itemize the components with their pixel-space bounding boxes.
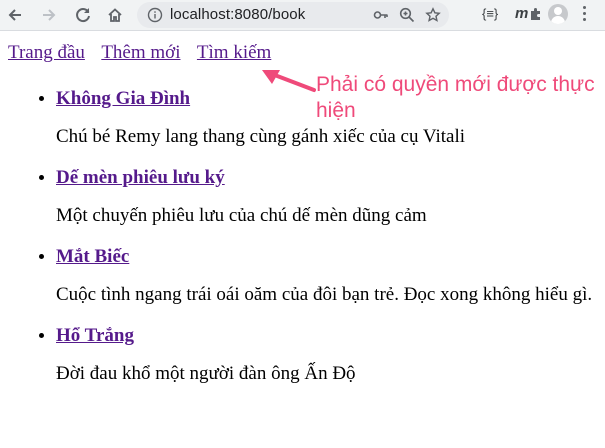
browser-toolbar: localhost:8080/book {≡} m: [0, 0, 605, 31]
key-icon[interactable]: [373, 7, 389, 23]
book-description: Một chuyến phiêu lưu của chú dế mèn dũng…: [56, 205, 427, 226]
search-link[interactable]: Tìm kiếm: [197, 42, 271, 63]
list-item: Mắt Biếc Cuộc tình ngang trái oái oăm củ…: [56, 238, 598, 307]
book-list: Không Gia Đình Chú bé Remy lang thang cù…: [8, 80, 598, 396]
list-item: Dế mèn phiêu lưu ký Một chuyến phiêu lưu…: [56, 159, 598, 228]
star-icon[interactable]: [425, 7, 441, 23]
book-title-link[interactable]: Mắt Biếc: [56, 246, 129, 268]
forward-icon[interactable]: [38, 4, 60, 26]
url-text: localhost:8080/book: [170, 6, 306, 23]
book-description: Đời đau khổ một người đàn ông Ấn Độ: [56, 363, 356, 384]
book-title-link[interactable]: Dế mèn phiêu lưu ký: [56, 167, 225, 189]
book-title-link[interactable]: Không Gia Đình: [56, 88, 190, 110]
home-icon[interactable]: [104, 4, 126, 26]
top-nav: Trang đầu Thêm mới Tìm kiếm: [8, 42, 283, 64]
book-description: Chú bé Remy lang thang cùng gánh xiếc củ…: [56, 126, 466, 147]
info-icon[interactable]: [147, 7, 163, 23]
extensions-puzzle-icon[interactable]: [528, 6, 544, 22]
list-item: Không Gia Đình Chú bé Remy lang thang cù…: [56, 80, 598, 149]
json-extension-icon[interactable]: {≡}: [482, 6, 498, 24]
address-bar[interactable]: localhost:8080/book: [137, 2, 449, 28]
add-new-link[interactable]: Thêm mới: [101, 42, 180, 63]
home-link[interactable]: Trang đầu: [8, 42, 85, 63]
back-icon[interactable]: [4, 4, 26, 26]
zoom-icon[interactable]: [399, 7, 415, 23]
book-description: Cuộc tình ngang trái oái oăm của đôi bạn…: [56, 284, 593, 305]
profile-avatar[interactable]: [548, 4, 568, 24]
book-title-link[interactable]: Hổ Trắng: [56, 325, 134, 347]
menu-icon[interactable]: [582, 6, 588, 24]
reload-icon[interactable]: [72, 4, 94, 26]
list-item: Hổ Trắng Đời đau khổ một người đàn ông Ấ…: [56, 317, 598, 386]
m-extension-icon[interactable]: m: [515, 5, 528, 23]
